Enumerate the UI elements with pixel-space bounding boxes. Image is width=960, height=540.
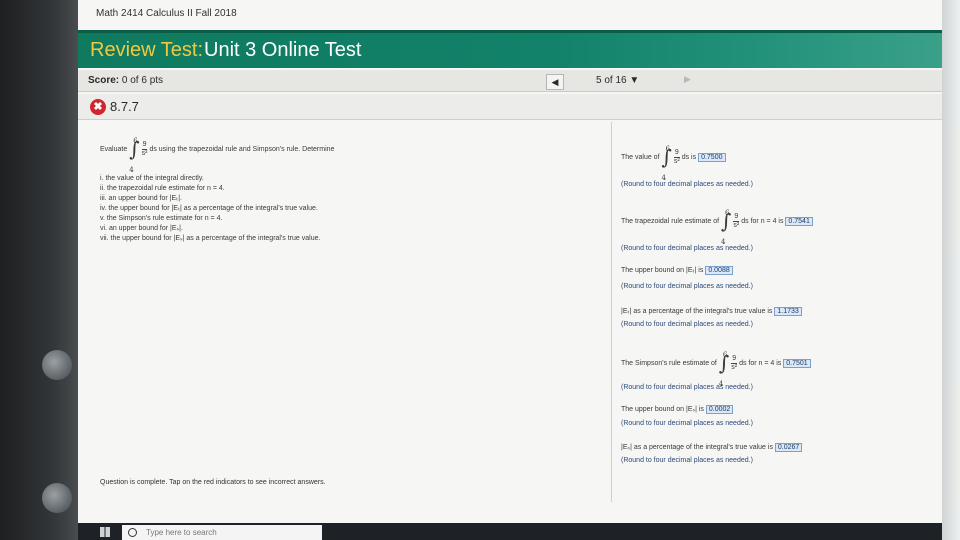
answer-4: |Eₜ| as a percentage of the integral's t… — [621, 307, 802, 316]
integrand-denominator: s² — [141, 149, 148, 157]
round-note: (Round to four decimal places as needed.… — [621, 420, 753, 427]
part-item: iii. an upper bound for |Eₜ|. — [100, 195, 182, 202]
integrand-numerator: 9 — [673, 148, 680, 158]
monitor-left-bezel — [0, 0, 78, 540]
integrand-denominator: s² — [673, 157, 680, 165]
part-item: vii. the upper bound for |Eₛ| as a perce… — [100, 235, 321, 242]
problem-parts: i. the value of the integral directly. i… — [100, 174, 320, 244]
answer-6: The upper bound on |Eₛ| is 0.0002 — [621, 405, 734, 414]
problem-lead: Evaluate — [100, 145, 128, 153]
cortana-circle-icon — [128, 528, 137, 537]
bezel-button-icon — [42, 350, 72, 380]
round-note: (Round to four decimal places as needed.… — [621, 245, 753, 252]
problem-text: ds using the trapezoidal rule and Simpso… — [149, 145, 335, 153]
next-question-button[interactable]: ▶ — [684, 74, 691, 85]
test-title-lead: Review Test: — [90, 39, 204, 61]
incorrect-x-icon[interactable]: ✖ — [90, 99, 106, 115]
test-title-bar: Review Test: Unit 3 Online Test — [78, 30, 942, 68]
answer-6-value[interactable]: 0.0002 — [705, 405, 734, 414]
problem-statement: Evaluate ∫ 6 4 9 s² ds using the trapezo… — [100, 137, 420, 174]
part-item: v. the Simpson's rule estimate for n = 4… — [100, 215, 223, 222]
round-note: (Round to four decimal places as needed.… — [621, 384, 753, 391]
score-label: Score: — [88, 75, 120, 86]
answer-6-text: The upper bound on |Eₛ| is — [621, 406, 704, 413]
answer-7-value[interactable]: 0.0267 — [774, 443, 803, 452]
integral-sign-icon: ∫ 6 4 — [719, 351, 729, 388]
answer-5-value[interactable]: 0.7501 — [783, 358, 811, 368]
question-number: 8.7.7 — [110, 99, 139, 114]
integral-upper-limit: 6 — [133, 137, 138, 145]
windows-start-icon[interactable] — [100, 527, 110, 537]
part-item: vi. an upper bound for |Eₛ|. — [100, 225, 183, 232]
browser-screen: Math 2414 Calculus II Fall 2018 Review T… — [78, 0, 942, 523]
question-position-dropdown[interactable]: 5 of 16 ▼ — [596, 75, 639, 86]
integrand-numerator: 9 — [141, 140, 148, 150]
round-note: (Round to four decimal places as needed.… — [621, 283, 753, 290]
answer-2-value[interactable]: 0.7541 — [785, 216, 813, 226]
score-value: 0 of 6 pts — [121, 75, 164, 86]
integrand-numerator: 9 — [733, 212, 740, 222]
answer-5-suffix: ds for n = 4 is — [739, 359, 782, 367]
course-title: Math 2414 Calculus II Fall 2018 — [96, 8, 237, 19]
round-note: (Round to four decimal places as needed.… — [621, 181, 753, 188]
answer-7: |Eₛ| as a percentage of the integral's t… — [621, 443, 803, 452]
previous-question-button[interactable]: ◀ — [546, 74, 564, 90]
integral-upper-limit: 6 — [665, 145, 670, 153]
integrand: 9 s² — [733, 212, 740, 230]
search-placeholder: Type here to search — [146, 528, 217, 537]
integral-sign-icon: ∫ 6 4 — [721, 209, 731, 246]
integrand: 9 s² — [141, 140, 148, 158]
integral-upper-limit: 6 — [722, 351, 728, 359]
part-item: i. the value of the integral directly. — [100, 175, 204, 182]
part-item: ii. the trapezoidal rule estimate for n … — [100, 185, 225, 192]
score-bar: Score: 0 of 6 pts ◀ 5 of 16 ▼ ▶ — [78, 70, 942, 92]
answer-4-text: |Eₜ| as a percentage of the integral's t… — [621, 308, 773, 315]
pane-divider — [611, 122, 612, 502]
bezel-button-icon — [42, 483, 72, 513]
answer-5-text: The Simpson's rule estimate of — [621, 359, 717, 367]
integral-upper-limit: 6 — [725, 209, 730, 217]
integrand-numerator: 9 — [731, 354, 738, 364]
answer-1: The value of ∫ 6 4 9 s² ds is 0.7500 — [621, 145, 726, 182]
answer-5: The Simpson's rule estimate of ∫ 6 4 9 s²… — [621, 351, 811, 388]
answer-7-text: |Eₛ| as a percentage of the integral's t… — [621, 444, 773, 451]
round-note: (Round to four decimal places as needed.… — [621, 321, 753, 328]
windows-taskbar: Type here to search — [78, 523, 942, 540]
question-header: ✖ 8.7.7 — [78, 94, 942, 120]
answer-1-suffix: ds is — [681, 153, 697, 161]
integrand: 9 s² — [731, 354, 738, 372]
answer-2-suffix: ds for n = 4 is — [741, 217, 784, 225]
taskbar-search-input[interactable]: Type here to search — [122, 525, 322, 540]
answer-3: The upper bound on |Eₜ| is 0.0088 — [621, 266, 733, 275]
answer-3-value[interactable]: 0.0088 — [705, 266, 733, 275]
answer-1-text: The value of — [621, 153, 660, 161]
answer-2-text: The trapezoidal rule estimate of — [621, 217, 720, 225]
round-note: (Round to four decimal places as needed.… — [621, 457, 753, 464]
answer-3-text: The upper bound on |Eₜ| is — [621, 267, 704, 274]
answer-4-value[interactable]: 1.1733 — [774, 307, 802, 316]
answer-1-value[interactable]: 0.7500 — [698, 152, 726, 162]
completion-note: Question is complete. Tap on the red ind… — [100, 479, 326, 486]
integral-sign-icon: ∫ 6 4 — [129, 137, 139, 174]
integrand-denominator: s² — [733, 221, 740, 229]
answer-2: The trapezoidal rule estimate of ∫ 6 4 9… — [621, 209, 813, 246]
integrand-denominator: s² — [731, 363, 738, 371]
test-title: Unit 3 Online Test — [204, 39, 362, 61]
integrand: 9 s² — [673, 148, 680, 166]
part-item: iv. the upper bound for |Eₜ| as a percen… — [100, 205, 318, 212]
score-display: Score: 0 of 6 pts — [88, 75, 163, 86]
integral-sign-icon: ∫ 6 4 — [661, 145, 671, 182]
monitor-right-bezel — [942, 0, 960, 540]
